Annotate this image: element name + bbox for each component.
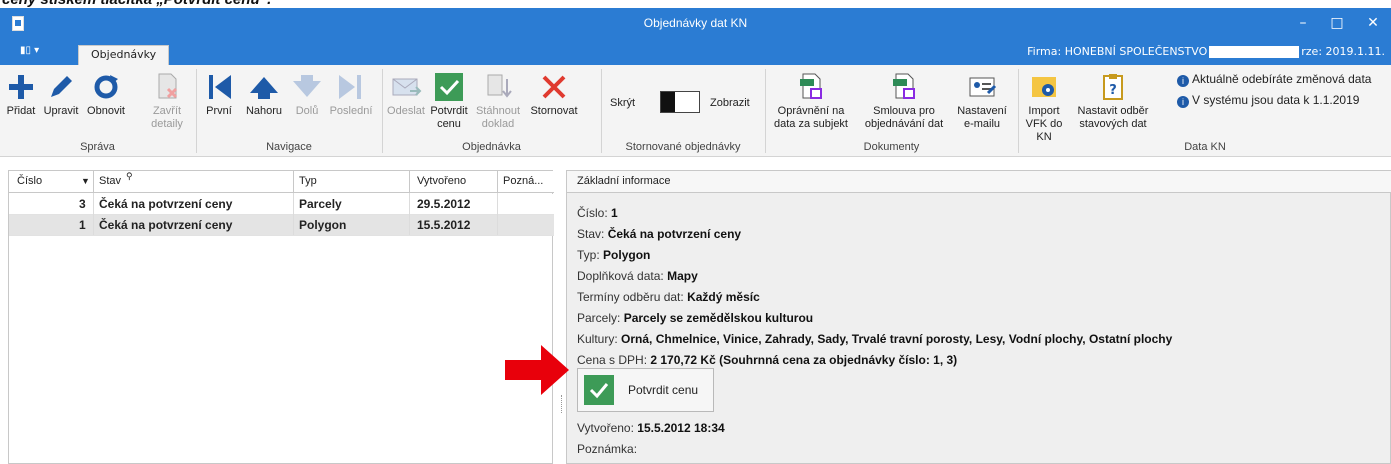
- svg-text:?: ?: [1109, 83, 1117, 98]
- group-label-navigace: Navigace: [266, 141, 312, 153]
- col-cislo[interactable]: Číslo: [17, 175, 42, 187]
- detail-panel: Základní informace Číslo: 1 Stav: Čeká n…: [566, 170, 1391, 464]
- col-line: [409, 193, 410, 235]
- detail-cena: Cena s DPH: 2 170,72 Kč (Souhrnná cena z…: [577, 353, 958, 367]
- grid-header: Číslo ▼ Stav ⚲ Typ Vytvořeno Pozná...: [9, 171, 554, 193]
- zavrit-detaily-button[interactable]: Zavřít detaily: [146, 71, 188, 131]
- nastaveni-emailu-button[interactable]: Nastavení e-mailu: [954, 71, 1010, 131]
- smlouva-button[interactable]: Smlouva pro objednávání dat: [856, 71, 952, 131]
- col-divider: [497, 171, 498, 193]
- potvrdit-cenu-detail-button[interactable]: Potvrdit cenu: [577, 368, 714, 412]
- col-divider: [409, 171, 410, 193]
- detail-doplnkova-data: Doplňková data: Mapy: [577, 269, 698, 283]
- odeslat-button[interactable]: Odeslat: [386, 71, 426, 118]
- pdf-file-icon: [893, 73, 915, 99]
- upravit-button[interactable]: Upravit: [40, 71, 82, 118]
- detail-cislo: Číslo: 1: [577, 206, 618, 220]
- pridat-button[interactable]: Přidat: [4, 71, 38, 118]
- info-icon: i: [1177, 75, 1189, 87]
- red-arrow-annotation: [505, 345, 569, 395]
- dolu-button[interactable]: Dolů: [290, 71, 324, 118]
- import-vfk-button[interactable]: Import VFK do KN: [1020, 71, 1068, 144]
- minimize-button[interactable]: –: [1288, 12, 1318, 34]
- table-row-selected[interactable]: 1 Čeká na potvrzení ceny Polygon 15.5.20…: [9, 215, 554, 236]
- info-zmenova-data: i Aktuálně odebíráte změnová data: [1177, 72, 1371, 87]
- firma-info: Firma: HONEBNÍ SPOLEČENSTVO rze: 2019.1.1…: [1027, 45, 1385, 58]
- info-data-k: iV systému jsou data k 1.1.2019: [1177, 93, 1359, 108]
- title-bar: Objednávky dat KN – □ ✕: [0, 8, 1391, 40]
- potvrdit-cenu-button[interactable]: Potvrdit cenu: [428, 71, 470, 131]
- col-divider: [93, 171, 94, 193]
- col-line: [93, 193, 94, 235]
- pane-splitter[interactable]: [561, 395, 564, 413]
- prvni-button[interactable]: První: [200, 71, 238, 118]
- checkmark-icon: [435, 73, 463, 101]
- version-label: rze: 2019.1.11.: [1301, 45, 1385, 58]
- arrow-down-icon: [293, 75, 321, 97]
- tab-objednavky[interactable]: Objednávky: [78, 45, 170, 65]
- close-button[interactable]: ✕: [1358, 12, 1388, 34]
- ribbon: Přidat Upravit Obnovit Zavřít detaily Spr…: [0, 65, 1391, 157]
- info-icon: i: [1177, 96, 1189, 108]
- opravneni-button[interactable]: Oprávnění na data za subjekt: [770, 71, 852, 131]
- doc-file-icon: [800, 73, 822, 99]
- group-label-sprava: Správa: [80, 141, 115, 153]
- posledni-button[interactable]: Poslední: [326, 71, 376, 118]
- col-typ[interactable]: Typ: [299, 175, 317, 187]
- redacted-box: [1209, 46, 1300, 58]
- refresh-icon: [94, 75, 118, 99]
- window-title: Objednávky dat KN: [643, 16, 748, 30]
- zobrazit-label: Zobrazit: [710, 97, 750, 109]
- detail-terminy: Termíny odběru dat: Každý měsíc: [577, 290, 760, 304]
- group-label-datakn: Data KN: [1184, 141, 1226, 153]
- firma-label: Firma:: [1027, 45, 1062, 58]
- orders-grid: Číslo ▼ Stav ⚲ Typ Vytvořeno Pozná... 3 …: [8, 170, 554, 464]
- col-vytvoreno[interactable]: Vytvořeno: [417, 175, 466, 187]
- first-icon: [209, 75, 231, 99]
- detail-kultury: Kultury: Orná, Chmelnice, Vinice, Zahrad…: [577, 332, 1173, 346]
- maximize-button[interactable]: □: [1322, 12, 1352, 34]
- group-label-objednavka: Objednávka: [462, 141, 521, 153]
- import-gear-icon: [1032, 77, 1056, 97]
- group-label-stornovane: Stornované objednávky: [625, 141, 741, 153]
- firma-value: HONEBNÍ SPOLEČENSTVO: [1064, 45, 1208, 58]
- nahoru-button[interactable]: Nahoru: [240, 71, 288, 118]
- download-document-icon: [487, 74, 512, 98]
- app-menu-button[interactable]: ▮▯ ▾: [20, 45, 44, 61]
- detail-header: Základní informace: [567, 171, 1391, 193]
- close-document-icon: [158, 73, 178, 99]
- detail-typ: Typ: Polygon: [577, 248, 651, 262]
- last-icon: [339, 75, 361, 99]
- skryt-label: Skrýt: [610, 97, 636, 109]
- stahnout-doklad-button[interactable]: Stáhnout doklad: [472, 71, 524, 131]
- col-line: [497, 193, 498, 235]
- detail-stav: Stav: Čeká na potvrzení ceny: [577, 227, 742, 241]
- col-poznamka[interactable]: Pozná...: [503, 175, 543, 187]
- sort-dropdown-icon[interactable]: ▼: [81, 176, 90, 186]
- detail-parcely: Parcely: Parcely se zemědělskou kulturou: [577, 311, 814, 325]
- group-label-dokumenty: Dokumenty: [863, 141, 920, 153]
- filter-icon[interactable]: ⚲: [126, 171, 133, 182]
- stornovat-button[interactable]: Stornovat: [526, 71, 582, 118]
- detail-vytvoreno: Vytvořeno: 15.5.2012 18:34: [577, 421, 725, 435]
- pencil-icon: [51, 76, 72, 97]
- menu-row: ▮▯ ▾ Objednávky Firma: HONEBNÍ SPOLEČENS…: [0, 40, 1391, 65]
- checkmark-icon: [584, 375, 614, 405]
- plus-icon: [9, 75, 33, 99]
- cross-icon: [542, 75, 566, 99]
- arrow-up-icon: [250, 77, 278, 99]
- col-divider: [293, 171, 294, 193]
- obnovit-button[interactable]: Obnovit: [84, 71, 128, 118]
- col-stav[interactable]: Stav: [99, 175, 121, 187]
- stornovane-toggle[interactable]: [660, 91, 700, 113]
- send-mail-icon: [392, 78, 422, 96]
- clipboard-question-icon: ?: [1103, 74, 1123, 100]
- table-row[interactable]: 3 Čeká na potvrzení ceny Parcely 29.5.20…: [9, 194, 554, 215]
- nastavit-odber-button[interactable]: ? Nastavit odběr stavových dat: [1072, 71, 1154, 131]
- caption-fragment: cený stiskem tlačítka „Potvrdit cenu“.: [0, 0, 1391, 8]
- col-line: [293, 193, 294, 235]
- contact-card-icon: [969, 77, 997, 97]
- detail-poznamka: Poznámka:: [577, 442, 638, 456]
